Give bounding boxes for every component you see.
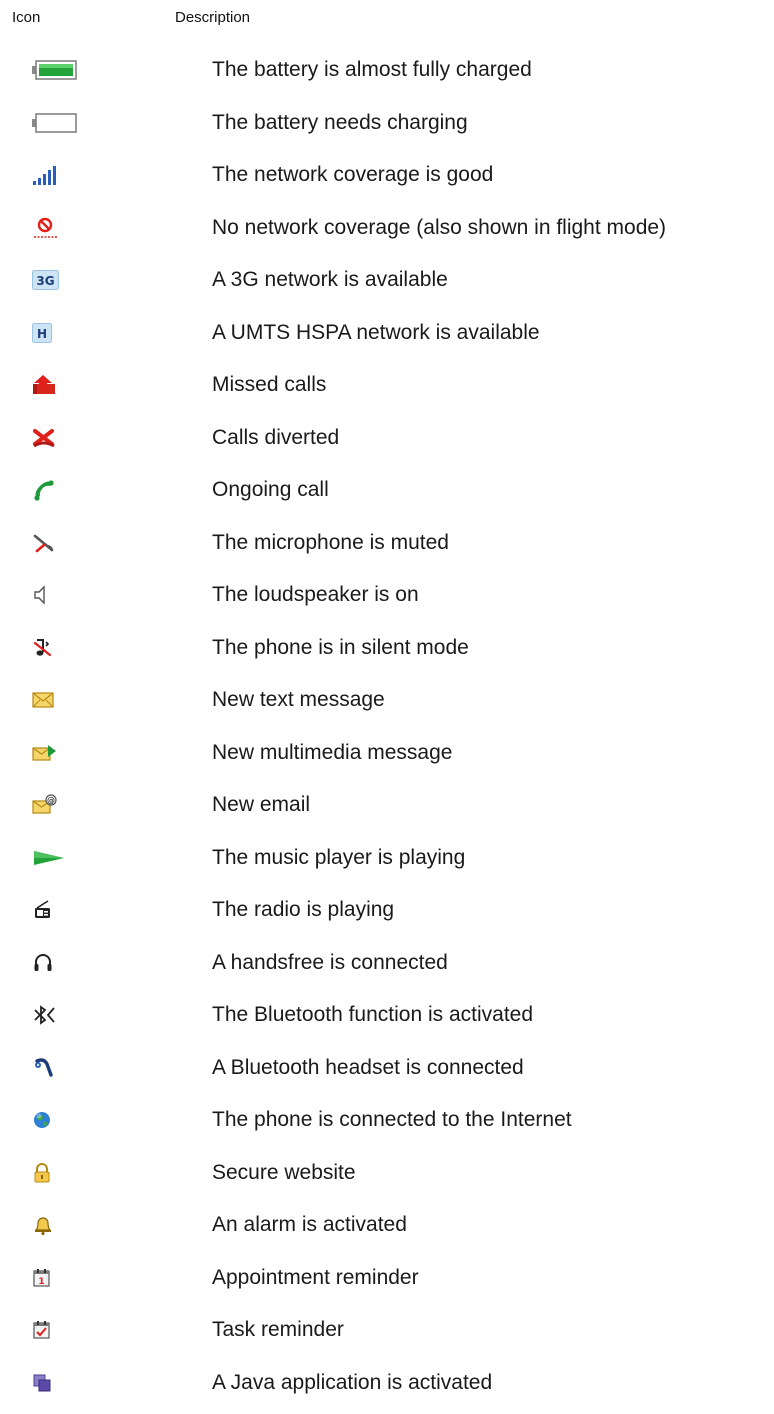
row-description: No network coverage (also shown in fligh… bbox=[212, 214, 666, 242]
table-row: Task reminder bbox=[0, 1309, 774, 1362]
table-row: The phone is connected to the Internet bbox=[0, 1099, 774, 1152]
table-row: A handsfree is connected bbox=[0, 942, 774, 995]
java-app-icon bbox=[32, 1368, 82, 1398]
table-row: The loudspeaker is on bbox=[0, 574, 774, 627]
row-description: A Bluetooth headset is connected bbox=[212, 1054, 524, 1082]
row-description: New multimedia message bbox=[212, 739, 452, 767]
row-description: The network coverage is good bbox=[212, 161, 493, 189]
table-row: A Bluetooth headset is connected bbox=[0, 1047, 774, 1100]
row-description: The phone is in silent mode bbox=[212, 634, 469, 662]
row-description: The battery is almost fully charged bbox=[212, 56, 532, 84]
table-row: H A UMTS HSPA network is available bbox=[0, 312, 774, 365]
row-description: Secure website bbox=[212, 1159, 356, 1187]
row-description: New email bbox=[212, 791, 310, 819]
table-row: 3G A 3G network is available bbox=[0, 259, 774, 312]
row-description: A handsfree is connected bbox=[212, 949, 448, 977]
table-row: 1 Appointment reminder bbox=[0, 1257, 774, 1310]
alarm-bell-icon bbox=[32, 1210, 82, 1240]
email-icon: @ bbox=[32, 790, 82, 820]
radio-icon bbox=[32, 895, 82, 925]
table-row: No network coverage (also shown in fligh… bbox=[0, 207, 774, 260]
table-row: Ongoing call bbox=[0, 469, 774, 522]
loudspeaker-icon bbox=[32, 580, 82, 610]
row-description: A UMTS HSPA network is available bbox=[212, 319, 540, 347]
task-icon bbox=[32, 1315, 82, 1345]
table-row: Calls diverted bbox=[0, 417, 774, 470]
battery-full-icon bbox=[32, 55, 82, 85]
table-row: Missed calls bbox=[0, 364, 774, 417]
table-header: Icon Description bbox=[0, 9, 774, 31]
signal-bars-icon bbox=[32, 160, 82, 190]
call-divert-icon bbox=[32, 423, 82, 453]
table-row: The music player is playing bbox=[0, 837, 774, 890]
globe-icon bbox=[32, 1105, 82, 1135]
row-description: Missed calls bbox=[212, 371, 326, 399]
table-row: The radio is playing bbox=[0, 889, 774, 942]
table-row: Secure website bbox=[0, 1152, 774, 1205]
row-description: New text message bbox=[212, 686, 385, 714]
table-row: The microphone is muted bbox=[0, 522, 774, 575]
row-description: An alarm is activated bbox=[212, 1211, 407, 1239]
row-description: Appointment reminder bbox=[212, 1264, 419, 1292]
table-row: The battery needs charging bbox=[0, 102, 774, 155]
row-description: The loudspeaker is on bbox=[212, 581, 419, 609]
row-description: The microphone is muted bbox=[212, 529, 449, 557]
row-description: Calls diverted bbox=[212, 424, 339, 452]
bluetooth-icon bbox=[32, 1000, 82, 1030]
hspa-icon: H bbox=[32, 318, 82, 348]
svg-text:3G: 3G bbox=[36, 274, 54, 288]
row-description: The music player is playing bbox=[212, 844, 465, 872]
envelope-icon bbox=[32, 685, 82, 715]
svg-text:H: H bbox=[37, 327, 47, 341]
svg-text:@: @ bbox=[47, 796, 55, 805]
ongoing-call-icon bbox=[32, 475, 82, 505]
description-column-header: Description bbox=[175, 9, 250, 26]
row-description: Task reminder bbox=[212, 1316, 344, 1344]
no-network-icon bbox=[32, 213, 82, 243]
row-description: The battery needs charging bbox=[212, 109, 468, 137]
play-icon bbox=[32, 843, 82, 873]
svg-text:1: 1 bbox=[38, 1277, 44, 1287]
3g-icon: 3G bbox=[32, 265, 82, 295]
missed-call-icon bbox=[32, 370, 82, 400]
multimedia-message-icon bbox=[32, 738, 82, 768]
row-description: Ongoing call bbox=[212, 476, 329, 504]
lock-icon bbox=[32, 1158, 82, 1188]
calendar-icon: 1 bbox=[32, 1263, 82, 1293]
table-row: The Bluetooth function is activated bbox=[0, 994, 774, 1047]
row-description: The Bluetooth function is activated bbox=[212, 1001, 533, 1029]
table-row: An alarm is activated bbox=[0, 1204, 774, 1257]
icon-table: The battery is almost fully charged The … bbox=[0, 49, 774, 1414]
table-row: The network coverage is good bbox=[0, 154, 774, 207]
table-row: New text message bbox=[0, 679, 774, 732]
row-description: A Java application is activated bbox=[212, 1369, 492, 1397]
table-row: New multimedia message bbox=[0, 732, 774, 785]
row-description: A 3G network is available bbox=[212, 266, 448, 294]
mic-muted-icon bbox=[32, 528, 82, 558]
row-description: The phone is connected to the Internet bbox=[212, 1106, 572, 1134]
table-row: The phone is in silent mode bbox=[0, 627, 774, 680]
status-icons-page: Icon Description The battery is almost f… bbox=[0, 0, 774, 1405]
table-row: @ New email bbox=[0, 784, 774, 837]
battery-empty-icon bbox=[32, 108, 82, 138]
bluetooth-headset-icon bbox=[32, 1053, 82, 1083]
handsfree-icon bbox=[32, 948, 82, 978]
table-row: A Java application is activated bbox=[0, 1362, 774, 1414]
table-row: The battery is almost fully charged bbox=[0, 49, 774, 102]
icon-column-header: Icon bbox=[12, 9, 40, 26]
row-description: The radio is playing bbox=[212, 896, 394, 924]
silent-mode-icon bbox=[32, 633, 82, 663]
